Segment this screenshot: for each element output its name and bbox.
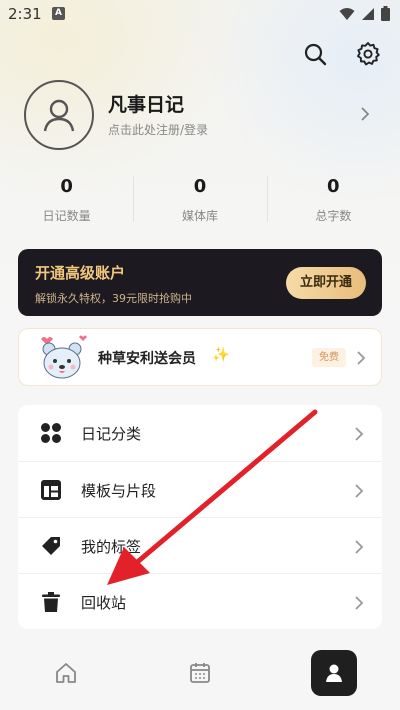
chevron-right-icon [355, 484, 364, 498]
chevron-right-icon [355, 540, 364, 554]
stat-label: 日记数量 [42, 209, 91, 223]
chevron-right-icon [355, 596, 364, 610]
stats-row: 0 日记数量 0 媒体库 0 总字数 [0, 172, 400, 232]
settings-button[interactable] [354, 40, 382, 68]
menu-label: 回收站 [81, 594, 127, 612]
bottom-nav [0, 640, 400, 710]
promo-card[interactable]: 种草安利送会员 ✨ 免费 [18, 328, 382, 386]
premium-subtitle: 解锁永久特权，39元限时抢购中 [35, 292, 192, 305]
avatar[interactable] [24, 80, 94, 150]
nav-profile[interactable] [311, 650, 357, 696]
profile-name[interactable]: 凡事日记 [108, 90, 184, 117]
stat-label: 媒体库 [181, 209, 218, 223]
search-button[interactable] [301, 40, 329, 68]
stat-value: 0 [60, 176, 73, 197]
trash-icon [42, 592, 60, 612]
status-icons [339, 6, 390, 21]
stat-media-library[interactable]: 0 媒体库 [133, 172, 266, 232]
chevron-right-icon [357, 351, 366, 365]
stat-diary-count[interactable]: 0 日记数量 [0, 172, 133, 232]
gear-icon [357, 42, 380, 66]
template-layout-icon [41, 480, 61, 500]
user-placeholder-icon [43, 99, 75, 132]
nav-calendar[interactable] [177, 650, 223, 696]
premium-banner[interactable]: 开通高级账户 解锁永久特权，39元限时抢购中 立即开通 [18, 249, 382, 316]
status-time: 2:31 [8, 5, 42, 23]
premium-title: 开通高级账户 [35, 264, 126, 282]
menu-item-recycle-bin[interactable]: 回收站 [18, 573, 382, 629]
stat-value: 0 [193, 176, 207, 197]
menu-label: 我的标签 [81, 538, 142, 556]
menu-label: 模板与片段 [81, 482, 157, 500]
free-badge: 免费 [312, 348, 346, 367]
status-bar: 2:31 A [0, 0, 400, 28]
menu-item-my-tags[interactable]: 我的标签 [18, 517, 382, 573]
profile-chevron-right-icon[interactable] [360, 106, 370, 126]
search-icon [304, 43, 327, 66]
activate-now-button[interactable]: 立即开通 [286, 267, 366, 299]
promo-text: 种草安利送会员 [98, 351, 196, 367]
signal-icon [362, 7, 374, 20]
stat-word-count[interactable]: 0 总字数 [266, 172, 400, 232]
bear-mascot-icon [41, 335, 87, 379]
profile-icon [326, 664, 342, 682]
home-icon [56, 663, 76, 683]
category-grid-icon [41, 423, 61, 443]
wifi-icon [339, 7, 355, 20]
calendar-icon [190, 663, 210, 683]
a-notification-icon: A [52, 7, 65, 20]
battery-icon [381, 6, 390, 21]
settings-menu: 日记分类 模板与片段 我的标签 回收站 [18, 405, 382, 629]
stat-label: 总字数 [315, 209, 352, 223]
menu-item-templates[interactable]: 模板与片段 [18, 461, 382, 517]
login-prompt[interactable]: 点击此处注册/登录 [108, 121, 208, 138]
stat-value: 0 [327, 176, 340, 197]
sparkle-icon: ✨ [212, 347, 230, 363]
menu-item-diary-category[interactable]: 日记分类 [18, 405, 382, 461]
chevron-right-icon [355, 427, 364, 441]
nav-home[interactable] [43, 650, 89, 696]
tag-icon [42, 537, 60, 555]
menu-label: 日记分类 [81, 425, 142, 443]
